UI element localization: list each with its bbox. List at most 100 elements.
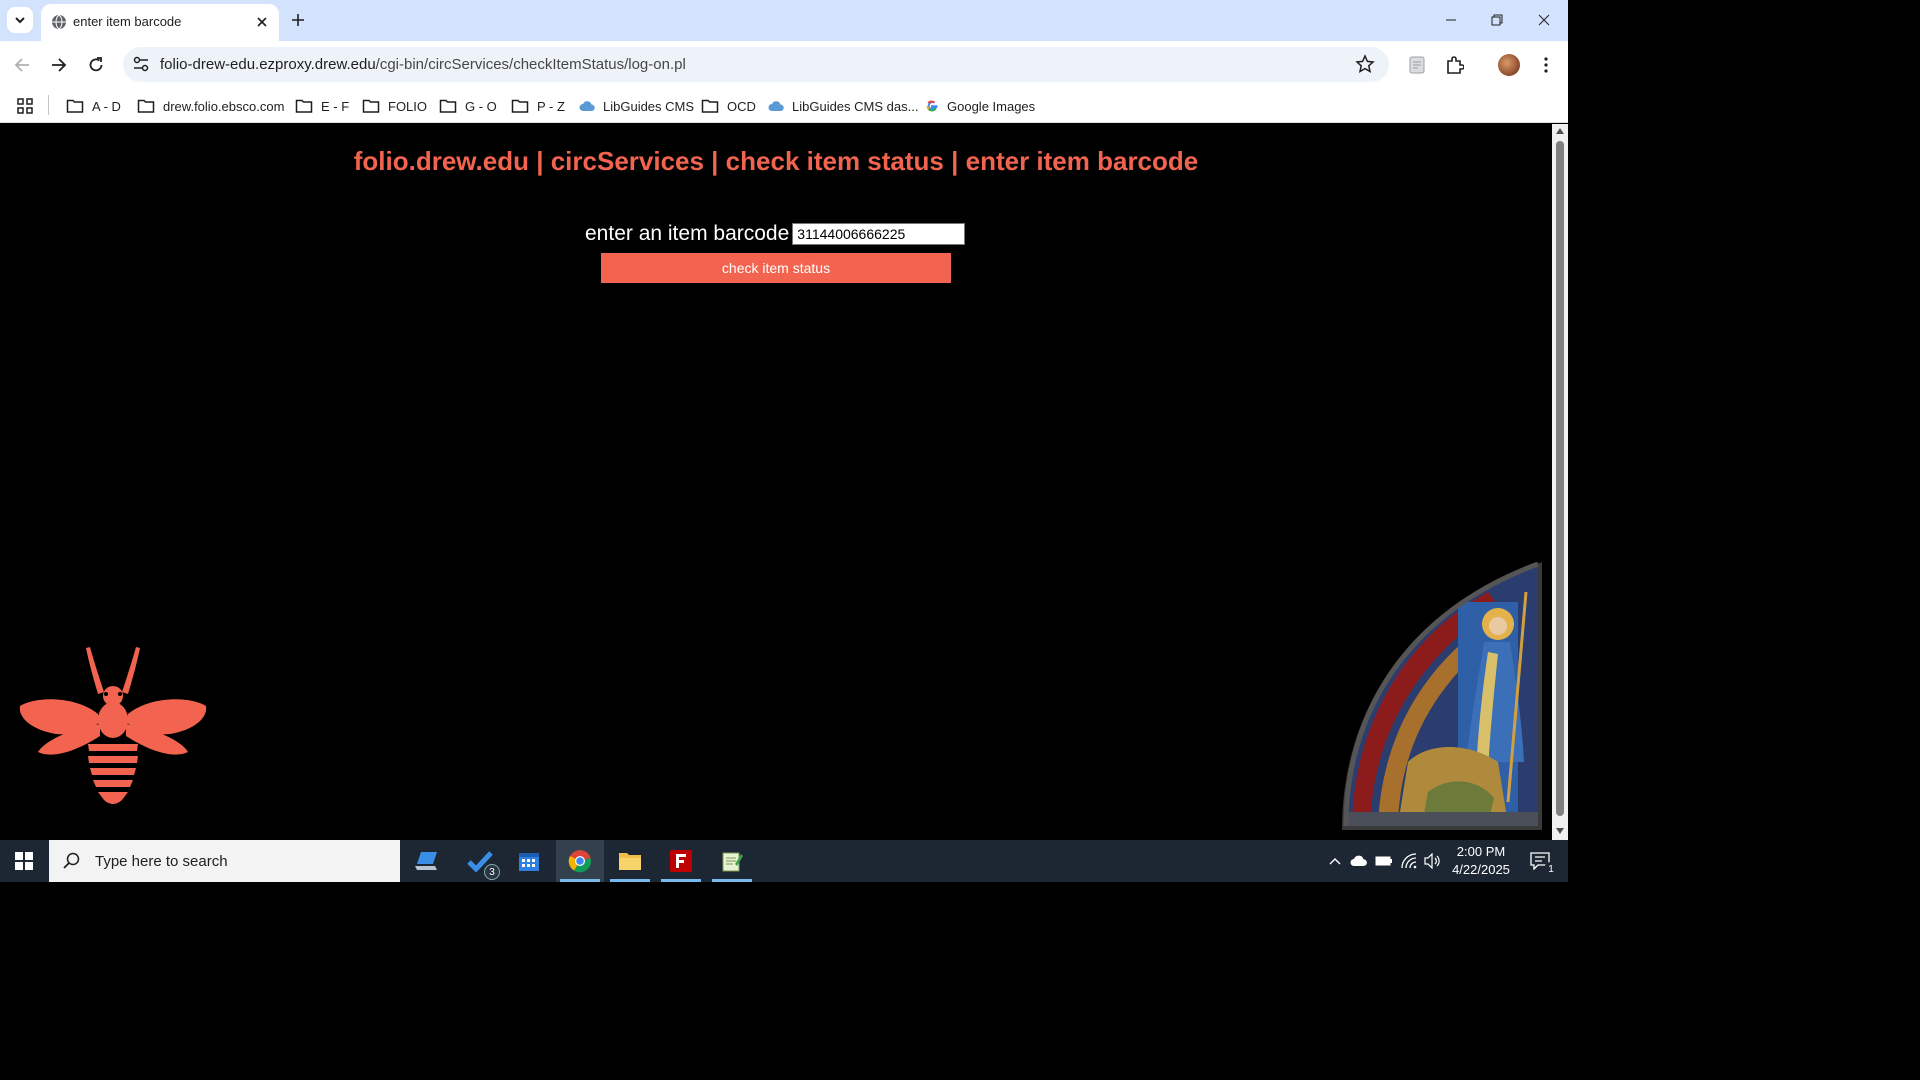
tab-search-button[interactable] — [7, 7, 33, 33]
close-tab-button[interactable] — [251, 11, 273, 33]
folder-icon — [439, 99, 457, 113]
taskbar-app-calendar[interactable] — [505, 840, 553, 882]
arrow-right-icon — [52, 58, 67, 72]
url-host: folio-drew-edu.ezproxy.drew.edu — [160, 56, 376, 73]
bookmark-star-icon[interactable] — [1355, 54, 1375, 74]
scroll-up-arrow-icon[interactable] — [1556, 128, 1564, 134]
profile-avatar[interactable] — [1498, 54, 1520, 76]
system-clock[interactable]: 2:00 PM 4/22/2025 — [1448, 843, 1514, 879]
taskbar-app-chrome[interactable] — [556, 840, 604, 882]
bookmark-label: A - D — [92, 98, 121, 114]
bookmark-label: FOLIO — [388, 98, 428, 114]
running-indicator — [610, 879, 650, 882]
bookmark-google-images[interactable]: Google Images — [925, 94, 1035, 118]
close-window-button[interactable] — [1521, 0, 1567, 40]
chevron-down-icon — [15, 17, 25, 24]
taskbar-search[interactable]: Type here to search — [49, 840, 400, 882]
cloud-icon — [768, 101, 784, 111]
bookmark-label: G - O — [465, 98, 497, 114]
taskbar-app-filezilla[interactable] — [657, 840, 705, 882]
back-button[interactable] — [8, 51, 36, 79]
globe-icon — [52, 14, 66, 30]
barcode-input[interactable] — [792, 223, 966, 245]
running-indicator — [661, 879, 701, 882]
notification-center-button[interactable]: 1 — [1520, 840, 1560, 882]
bookmark-folder-a-d[interactable]: A - D — [66, 94, 121, 118]
taskbar-app-todo[interactable]: 3 — [456, 840, 504, 882]
page-content: folio.drew.edu | circServices | check it… — [0, 124, 1552, 840]
bookmark-label: LibGuides CMS — [603, 98, 695, 114]
bookmark-libguides-dashboard[interactable]: LibGuides CMS das... — [768, 94, 918, 118]
tab-title: enter item barcode — [73, 14, 182, 29]
tab-strip: enter item barcode — [0, 0, 1568, 41]
scroll-down-arrow-icon[interactable] — [1556, 828, 1564, 834]
bookmark-label: OCD — [727, 98, 756, 114]
network-tray[interactable] — [1399, 851, 1419, 871]
apps-grid-icon — [17, 98, 33, 114]
taskbar-app-laptop[interactable] — [404, 840, 452, 882]
scroll-thumb[interactable] — [1556, 141, 1564, 816]
bookmark-folder-g-o[interactable]: G - O — [439, 94, 497, 118]
notification-count: 1 — [1544, 862, 1558, 876]
active-indicator — [560, 879, 600, 882]
battery-icon — [1375, 856, 1392, 866]
calendar-icon — [519, 853, 539, 871]
bookmark-folder-drew-folio[interactable]: drew.folio.ebsco.com — [137, 94, 284, 118]
bookmark-label: LibGuides CMS das... — [792, 98, 919, 114]
bookmark-label: P - Z — [537, 98, 565, 114]
restore-button[interactable] — [1474, 0, 1520, 40]
wifi-icon — [1401, 853, 1417, 869]
folder-icon — [511, 99, 529, 113]
folder-icon — [362, 99, 380, 113]
bookmark-folder-folio[interactable]: FOLIO — [362, 94, 427, 118]
bookmark-folder-p-z[interactable]: P - Z — [511, 94, 565, 118]
apps-button[interactable] — [16, 94, 42, 118]
onedrive-tray[interactable] — [1349, 851, 1369, 871]
bookmark-label: drew.folio.ebsco.com — [163, 98, 285, 114]
reload-button[interactable] — [82, 51, 110, 79]
folder-icon — [137, 99, 155, 113]
search-icon — [63, 852, 80, 869]
url-path: /cgi-bin/circServices/checkItemStatus/lo… — [375, 56, 686, 73]
stained-glass-image — [1342, 562, 1542, 830]
start-button[interactable] — [0, 840, 48, 882]
minimize-button[interactable] — [1428, 0, 1474, 40]
extensions-button[interactable] — [1441, 51, 1469, 79]
browser-menu-button[interactable] — [1532, 51, 1560, 79]
cloud-icon — [579, 101, 595, 111]
barcode-label: enter an item barcode — [585, 222, 790, 245]
new-tab-button[interactable] — [286, 8, 310, 32]
reading-list-button[interactable] — [1403, 51, 1431, 79]
forward-button[interactable] — [45, 51, 73, 79]
bookmark-label: Google Images — [947, 98, 1036, 114]
speaker-icon — [1424, 853, 1440, 869]
todo-badge: 3 — [484, 864, 500, 880]
address-bar[interactable]: folio-drew-edu.ezproxy.drew.edu/cgi-bin/… — [123, 47, 1389, 82]
battery-tray[interactable] — [1374, 851, 1394, 871]
filezilla-icon — [670, 850, 692, 872]
check-item-status-button[interactable]: check item status — [601, 253, 951, 283]
taskbar-app-file-explorer[interactable] — [606, 840, 654, 882]
taskbar-app-notepad[interactable] — [708, 840, 756, 882]
windows-taskbar: Type here to search 3 2:00 PM 4/22/2025 … — [0, 840, 1568, 882]
browser-toolbar: folio-drew-edu.ezproxy.drew.edu/cgi-bin/… — [0, 41, 1568, 88]
cloud-icon — [1350, 855, 1367, 866]
folder-icon — [66, 99, 84, 113]
bookmark-libguides-cms[interactable]: LibGuides CMS — [579, 94, 694, 118]
bookmark-folder-e-f[interactable]: E - F — [295, 94, 349, 118]
show-hidden-icons-button[interactable] — [1325, 851, 1345, 871]
browser-tab[interactable]: enter item barcode — [41, 4, 279, 41]
chrome-icon — [568, 850, 592, 873]
windows-logo-icon — [15, 852, 33, 870]
volume-tray[interactable] — [1423, 851, 1443, 871]
site-info-icon[interactable] — [131, 54, 151, 74]
chevron-up-icon — [1329, 858, 1341, 865]
bookmark-label: E - F — [321, 98, 350, 114]
running-indicator — [712, 879, 752, 882]
document-icon — [1409, 56, 1425, 74]
laptop-icon — [415, 852, 437, 870]
bee-logo — [19, 647, 207, 804]
bookmark-folder-ocd[interactable]: OCD — [701, 94, 756, 118]
search-placeholder: Type here to search — [95, 852, 228, 870]
vertical-scrollbar[interactable] — [1552, 124, 1568, 840]
